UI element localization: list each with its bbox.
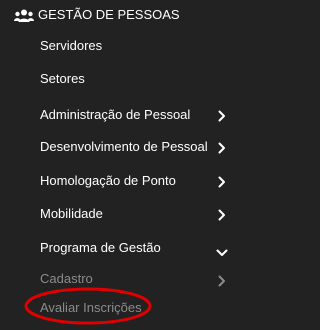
submenu-item-cadastro[interactable]: Cadastro (0, 264, 245, 296)
menu-item-mobilidade[interactable]: Mobilidade (0, 198, 245, 230)
menu-item-desenvolvimento-de-pessoal[interactable]: Desenvolvimento de Pessoal (0, 131, 245, 163)
submenu-item-avaliar-inscricoes[interactable]: Avaliar Inscrições (0, 293, 245, 325)
menu-item-label: Administração de Pessoal (40, 107, 191, 122)
menu-item-label: Mobilidade (40, 206, 103, 221)
menu-item-setores[interactable]: Setores (0, 63, 245, 95)
menu-item-label: Programa de Gestão (40, 240, 161, 255)
menu-item-administracao-de-pessoal[interactable]: Administração de Pessoal (0, 99, 245, 131)
chevron-right-icon (218, 109, 226, 122)
chevron-right-icon (218, 141, 226, 154)
chevron-right-icon (218, 175, 226, 188)
chevron-right-icon (218, 274, 226, 287)
menu-item-label: Desenvolvimento de Pessoal (40, 139, 208, 154)
menu-item-label: Setores (40, 71, 85, 86)
menu-item-label: Servidores (40, 38, 103, 53)
chevron-down-icon (216, 244, 228, 256)
menu-item-programa-de-gestao[interactable]: Programa de Gestão (0, 232, 245, 264)
submenu-item-label: Cadastro (40, 271, 93, 286)
sidebar-menu: GESTÃO DE PESSOAS Servidores Setores Adm… (0, 0, 245, 330)
menu-item-homologacao-de-ponto[interactable]: Homologação de Ponto (0, 165, 245, 197)
menu-item-label: Homologação de Ponto (40, 173, 176, 188)
chevron-right-icon (218, 208, 226, 221)
users-icon (14, 9, 34, 23)
section-header[interactable]: GESTÃO DE PESSOAS (0, 0, 245, 30)
menu-item-servidores[interactable]: Servidores (0, 30, 245, 62)
submenu-item-label: Avaliar Inscrições (40, 300, 142, 315)
section-title: GESTÃO DE PESSOAS (38, 7, 180, 22)
